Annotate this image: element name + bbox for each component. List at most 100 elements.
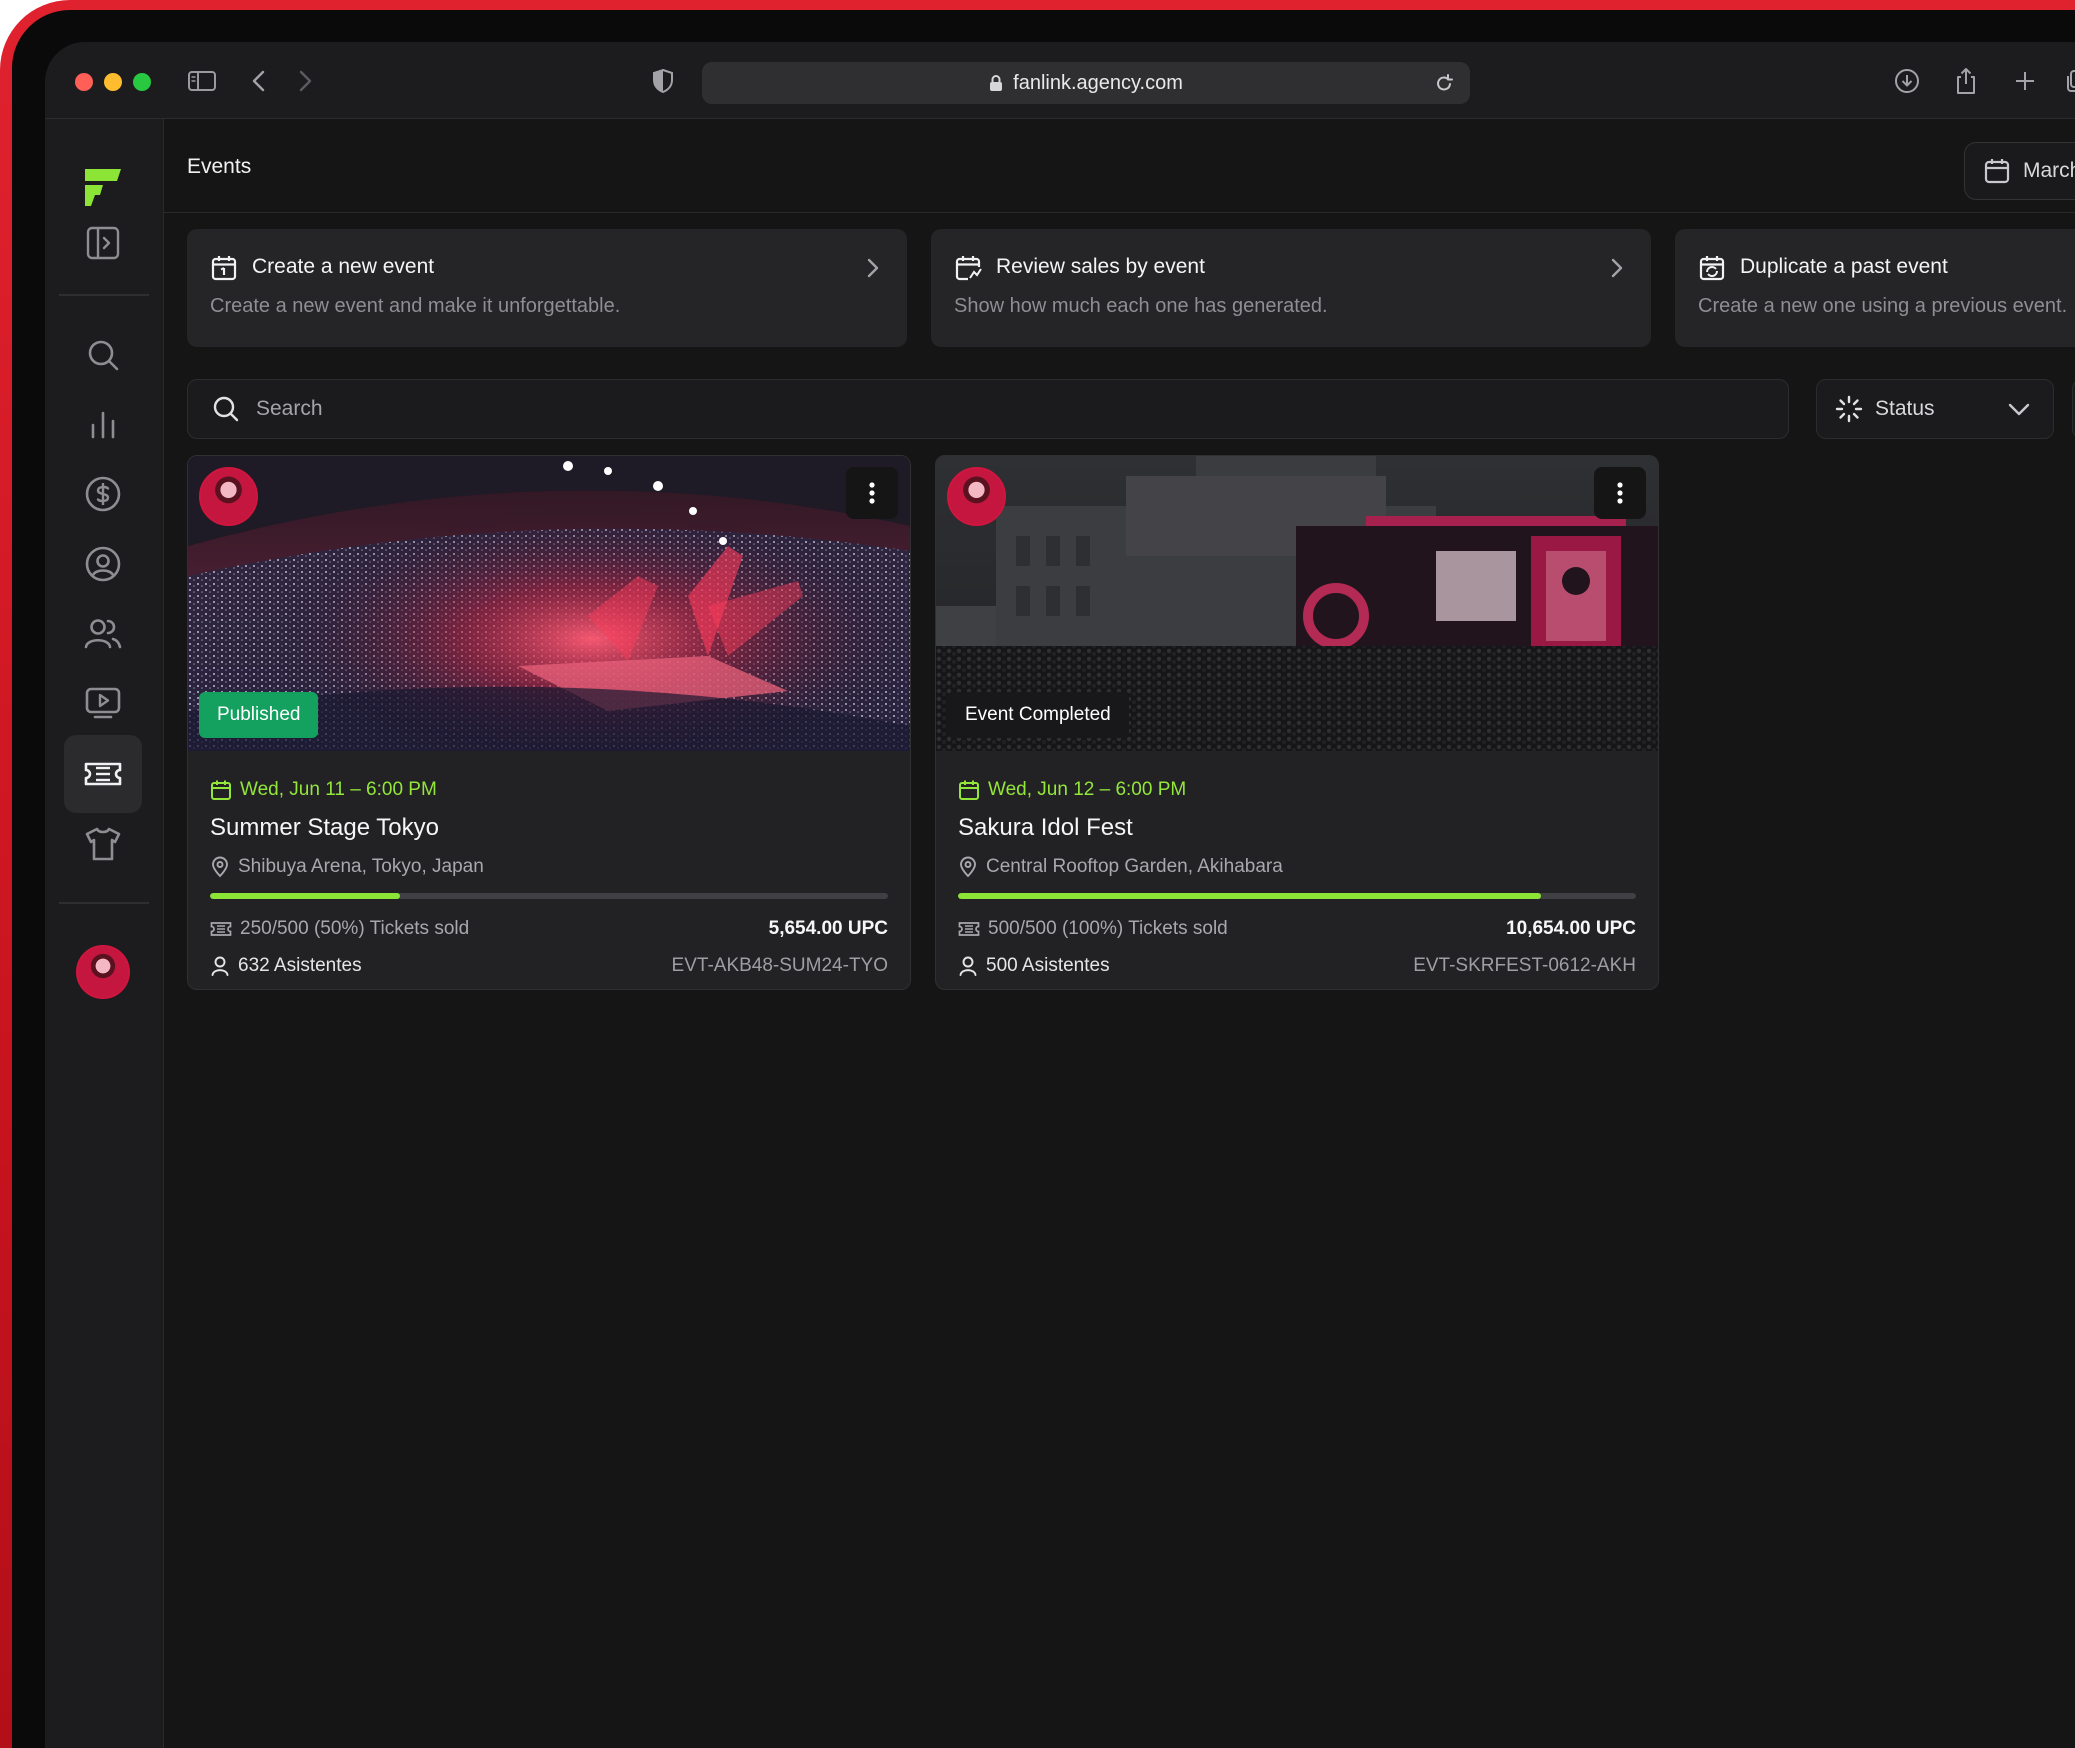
calendar-plus-icon <box>210 254 238 282</box>
user-icon <box>958 955 978 977</box>
back-arrow-icon[interactable] <box>242 64 276 98</box>
search-bar[interactable] <box>187 379 1789 439</box>
event-title: Summer Stage Tokyo <box>210 814 439 841</box>
loader-icon <box>1835 395 1863 423</box>
review-sales-card[interactable]: Review sales by event Show how much each… <box>931 229 1651 347</box>
device-bezel: fanlink.agency.com Events Marc Create a … <box>12 10 2075 1748</box>
page-title: Events <box>187 155 252 178</box>
tickets-sold-text: 250/500 (50%) Tickets sold <box>240 918 470 939</box>
event-date: Wed, Jun 11 – 6:00 PM <box>210 779 437 801</box>
attendees-text: 632 Asistentes <box>238 955 362 976</box>
search-input[interactable] <box>254 396 1658 422</box>
reload-icon[interactable] <box>1434 72 1454 100</box>
artist-avatar <box>947 467 1006 526</box>
tickets-progress-fill <box>210 893 400 899</box>
bar-chart-icon[interactable] <box>64 386 142 464</box>
create-event-card[interactable]: Create a new event Create a new event an… <box>187 229 907 347</box>
share-icon[interactable] <box>1949 64 1983 98</box>
event-date: Wed, Jun 12 – 6:00 PM <box>958 779 1186 801</box>
download-icon[interactable] <box>1890 64 1924 98</box>
ticket-icon <box>958 920 980 938</box>
lock-icon <box>989 74 1003 92</box>
forward-arrow-icon[interactable] <box>288 64 322 98</box>
action-title: Review sales by event <box>996 255 1205 278</box>
date-picker-label: March <box>2023 159 2075 182</box>
tickets-sold: 250/500 (50%) Tickets sold <box>210 918 469 940</box>
page-header: Events March <box>164 119 2075 213</box>
event-code: EVT-SKRFEST-0612-AKH <box>1413 955 1636 976</box>
event-attendees: 500 Asistentes <box>958 955 1110 977</box>
event-code: EVT-AKB48-SUM24-TYO <box>671 955 888 976</box>
search-icon <box>212 395 240 423</box>
event-card[interactable]: Published Wed, Jun 11 – 6:00 PM Summer S… <box>187 455 911 990</box>
user-icon <box>210 955 230 977</box>
duplicate-event-card[interactable]: Duplicate a past event Create a new one … <box>1675 229 2075 347</box>
chevron-right-icon <box>1609 257 1625 279</box>
event-location-text: Central Rooftop Garden, Akihabara <box>986 856 1283 877</box>
tshirt-icon[interactable] <box>64 805 142 883</box>
action-title: Duplicate a past event <box>1740 255 1948 278</box>
tab-overview-icon[interactable] <box>2060 64 2075 98</box>
video-icon[interactable] <box>64 664 142 742</box>
status-filter-label: Status <box>1875 397 1935 420</box>
chevron-right-icon <box>865 257 881 279</box>
privacy-shield-icon[interactable] <box>646 64 680 98</box>
event-attendees: 632 Asistentes <box>210 955 362 977</box>
action-subtitle: Create a new one using a previous event. <box>1698 295 2068 317</box>
calendar-chart-icon <box>954 254 982 282</box>
tickets-progress-bar <box>210 893 888 899</box>
more-options-button[interactable] <box>846 467 898 519</box>
toggle-panel-icon[interactable] <box>64 204 142 282</box>
maximize-window-button[interactable] <box>133 73 151 91</box>
calendar-icon <box>1983 157 2011 185</box>
action-subtitle: Create a new event and make it unforgett… <box>210 295 621 317</box>
event-date-text: Wed, Jun 12 – 6:00 PM <box>988 779 1187 800</box>
event-revenue: 10,654.00 UPC <box>1506 918 1636 939</box>
event-card[interactable]: Event Completed Wed, Jun 12 – 6:00 PM Sa… <box>935 455 1659 990</box>
calendar-icon <box>210 779 232 801</box>
address-bar[interactable]: fanlink.agency.com <box>702 62 1470 104</box>
dollar-icon[interactable] <box>64 455 142 533</box>
minimize-window-button[interactable] <box>104 73 122 91</box>
event-revenue: 5,654.00 UPC <box>768 918 888 939</box>
more-options-button[interactable] <box>1594 467 1646 519</box>
attendees-text: 500 Asistentes <box>986 955 1110 976</box>
search-icon[interactable] <box>64 316 142 394</box>
chevron-down-icon <box>2007 398 2031 420</box>
ticket-icon <box>210 920 232 938</box>
event-location: Shibuya Arena, Tokyo, Japan <box>210 856 484 878</box>
tickets-progress-bar <box>958 893 1636 899</box>
status-filter-dropdown[interactable]: Status <box>1816 379 2054 439</box>
event-location-text: Shibuya Arena, Tokyo, Japan <box>238 856 484 877</box>
event-location: Central Rooftop Garden, Akihabara <box>958 856 1283 878</box>
event-date-text: Wed, Jun 11 – 6:00 PM <box>240 779 437 800</box>
browser-toolbar: fanlink.agency.com <box>45 42 2075 119</box>
sidebar-divider <box>59 294 149 296</box>
map-pin-icon <box>958 856 978 878</box>
screen: fanlink.agency.com Events Marc Create a … <box>45 42 2075 1748</box>
sidebar-divider <box>59 902 149 904</box>
users-icon[interactable] <box>64 595 142 673</box>
device-frame: fanlink.agency.com Events Marc Create a … <box>0 0 2075 1748</box>
new-tab-icon[interactable] <box>2008 64 2042 98</box>
main-content: Events March Create a new event Create a… <box>164 119 2075 1748</box>
action-subtitle: Show how much each one has generated. <box>954 295 1328 317</box>
action-title: Create a new event <box>252 255 435 278</box>
url-text: fanlink.agency.com <box>1013 71 1183 94</box>
sidebar-toggle-icon[interactable] <box>185 64 219 98</box>
user-avatar[interactable] <box>76 945 130 999</box>
calendar-icon <box>958 779 980 801</box>
status-badge: Event Completed <box>947 692 1129 738</box>
sidebar <box>45 119 164 1748</box>
tickets-progress-fill <box>958 893 1542 899</box>
event-title: Sakura Idol Fest <box>958 814 1133 841</box>
date-picker[interactable]: March <box>1964 142 2075 200</box>
tickets-sold-text: 500/500 (100%) Tickets sold <box>988 918 1228 939</box>
status-badge: Published <box>199 692 319 738</box>
close-window-button[interactable] <box>75 73 93 91</box>
artist-avatar <box>199 467 258 526</box>
user-circle-icon[interactable] <box>64 525 142 603</box>
ticket-icon[interactable] <box>64 735 142 813</box>
calendar-repeat-icon <box>1698 254 1726 282</box>
map-pin-icon <box>210 856 230 878</box>
